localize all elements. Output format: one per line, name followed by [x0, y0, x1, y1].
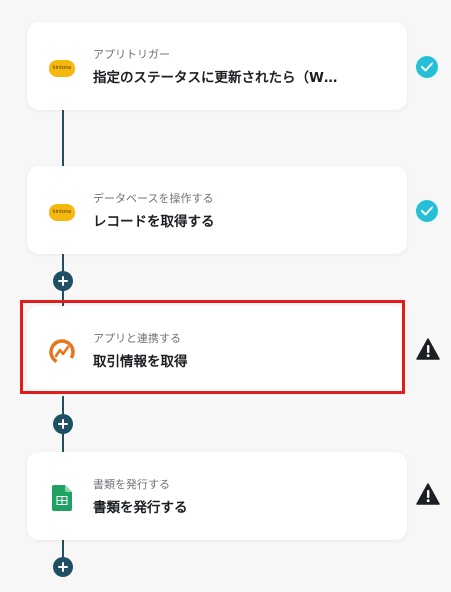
flow-step-card[interactable]: 書類を発行する 書類を発行する	[27, 452, 407, 540]
warning-icon	[416, 338, 440, 360]
google-sheets-icon	[48, 484, 76, 512]
plus-icon	[58, 419, 68, 429]
check-icon	[416, 200, 438, 222]
add-step-button[interactable]	[53, 414, 73, 434]
plus-icon	[58, 276, 68, 286]
flow-step-card[interactable]: kintone アプリトリガー 指定のステータスに更新されたら（W…	[27, 22, 407, 110]
flow-connector	[62, 108, 64, 166]
warning-icon	[416, 483, 440, 505]
step-subtitle: アプリトリガー	[93, 48, 170, 61]
step-title: 書類を発行する	[93, 500, 188, 516]
add-step-button[interactable]	[53, 271, 73, 291]
check-icon	[416, 56, 438, 78]
kintone-icon: kintone	[48, 198, 76, 226]
step-title: 指定のステータスに更新されたら（W…	[93, 70, 338, 86]
flow-canvas: kintone アプリトリガー 指定のステータスに更新されたら（W… kinto…	[0, 0, 451, 592]
step-subtitle: データベースを操作する	[93, 192, 214, 205]
kintone-icon: kintone	[48, 54, 76, 82]
selection-highlight	[20, 300, 405, 394]
plus-icon	[58, 562, 68, 572]
add-step-button[interactable]	[53, 557, 73, 577]
step-title: レコードを取得する	[93, 214, 215, 230]
step-subtitle: 書類を発行する	[93, 478, 170, 491]
flow-step-card[interactable]: kintone データベースを操作する レコードを取得する	[27, 166, 407, 254]
